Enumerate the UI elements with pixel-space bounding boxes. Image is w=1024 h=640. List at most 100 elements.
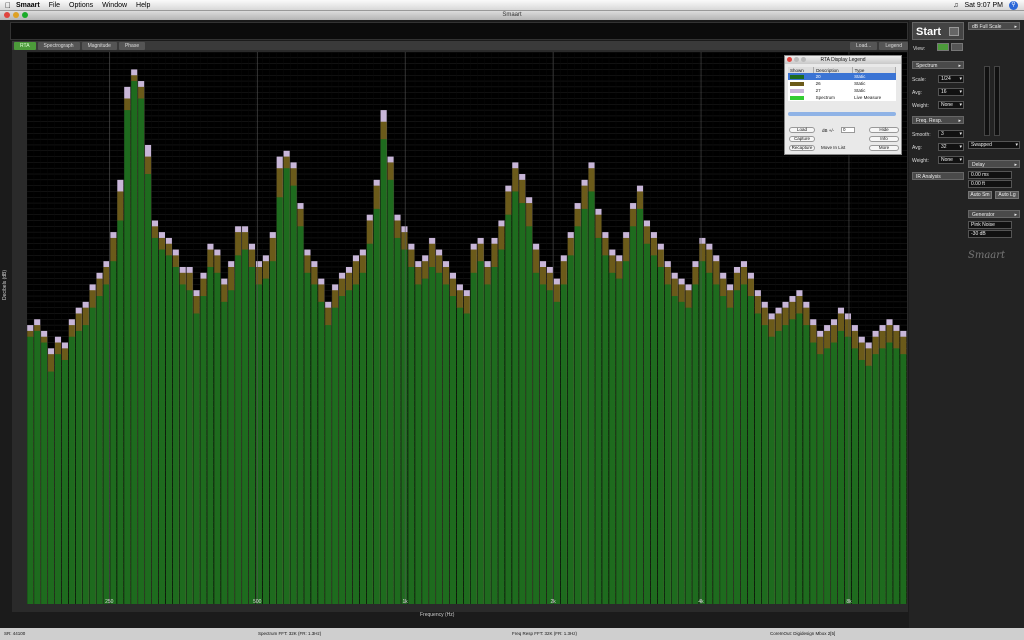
freq-resp-header[interactable]: Freq. Resp. ▸: [912, 116, 964, 124]
generator-signal-field[interactable]: Pink Noise: [968, 221, 1012, 229]
trace-swatch[interactable]: [790, 74, 804, 79]
spectrum-bar: [525, 226, 533, 604]
close-icon[interactable]: [787, 57, 792, 62]
menu-file[interactable]: File: [49, 2, 60, 9]
generator-header[interactable]: Generator ▸: [968, 210, 1020, 218]
trace-description: Spectrum: [815, 95, 835, 100]
spectrum-bar: [387, 179, 394, 604]
chevron-right-icon: ▸: [958, 63, 961, 69]
clock[interactable]: Sat 9:07 PM: [964, 2, 1003, 9]
spectrum-bar: [75, 330, 82, 604]
weight-select[interactable]: None: [938, 101, 964, 109]
menu-window[interactable]: Window: [102, 2, 127, 9]
legend-scrollbar[interactable]: [788, 112, 896, 116]
avg-select[interactable]: 16: [938, 88, 964, 96]
rta-plot[interactable]: -1-2-3-4-5-6-7-8-9-10-11-12-13-14-15-16-…: [27, 52, 907, 604]
legend-more-button[interactable]: More: [869, 145, 899, 151]
legend-capture-button[interactable]: Capture: [789, 136, 815, 142]
spectrum-bar: [345, 290, 353, 604]
spectrum-bar: [311, 284, 318, 604]
tab-rta[interactable]: RTA: [14, 41, 36, 50]
trace-description: 27: [815, 88, 821, 93]
spectrum-bar: [747, 296, 754, 604]
zoom-icon[interactable]: [801, 57, 806, 62]
spectrum-bar: [366, 243, 373, 604]
ir-analysis-header[interactable]: IR Analysis: [912, 172, 964, 180]
legend-hide-button[interactable]: Hide: [869, 127, 899, 133]
table-row[interactable]: 20 Static: [788, 73, 896, 80]
tab-magnitude[interactable]: Magnitude: [81, 41, 117, 50]
spectrum-bar: [733, 290, 741, 604]
menu-options[interactable]: Options: [69, 2, 93, 9]
app-root:  Smaart File Options Window Help ♫ Sat …: [0, 0, 1024, 640]
minimize-icon[interactable]: [13, 12, 19, 18]
smooth-select[interactable]: 3: [938, 130, 964, 138]
legend-load-button[interactable]: Load: [789, 127, 815, 133]
trace-swatch[interactable]: [790, 81, 804, 86]
close-icon[interactable]: [4, 12, 10, 18]
start-button[interactable]: Start: [912, 22, 964, 40]
spectrum-bar: [622, 261, 630, 604]
spectrum-bar: [456, 307, 463, 604]
spectrum-header[interactable]: Spectrum ▸: [912, 61, 964, 69]
spectrum-bar: [671, 296, 678, 604]
view-single-button[interactable]: [937, 43, 949, 51]
input-meter-left: [984, 66, 990, 136]
spectrum-bar: [352, 284, 359, 604]
status-freqresp-fft: Freq Resp FFT: 32K (FR: 1.3Hz): [512, 631, 578, 636]
status-bar: SR: 44100 Spectrum FFT: 32K (FR: 1.3Hz) …: [0, 628, 1024, 640]
legend-recapture-button[interactable]: Recapture: [789, 145, 815, 151]
spectrum-bar: [491, 266, 498, 604]
spectrum-bar: [719, 296, 727, 604]
menu-app[interactable]: Smaart: [16, 2, 40, 9]
channel-swap-select[interactable]: Swapped: [968, 141, 1020, 149]
db-offset-input[interactable]: 0: [841, 127, 855, 133]
dbfs-header[interactable]: dB Full Scale ▸: [968, 22, 1020, 30]
delay-ms-field[interactable]: 0.00 ms: [968, 171, 1012, 179]
delay-header[interactable]: Delay ▸: [968, 160, 1020, 168]
spectrum-bar: [879, 348, 886, 604]
delay-ft-field[interactable]: 0.00 ft: [968, 180, 1012, 188]
weight2-select[interactable]: None: [938, 156, 964, 164]
spectrum-bar: [380, 139, 387, 604]
apple-icon[interactable]: : [0, 1, 16, 10]
table-row[interactable]: Spectrum Live Measure: [788, 94, 896, 101]
spectrum-bar: [574, 226, 581, 604]
generator-header-label: Generator: [972, 212, 995, 218]
db-offset-label: dB +/-: [822, 128, 835, 133]
spectrum-bar: [685, 307, 692, 604]
minimize-icon[interactable]: [794, 57, 799, 62]
view-label: View:: [913, 46, 926, 52]
spectrum-bar: [463, 313, 470, 604]
spectrum-bar: [269, 261, 276, 604]
spectrum-bar: [234, 255, 242, 604]
spectrum-bar: [837, 330, 845, 604]
volume-icon[interactable]: ♫: [953, 2, 958, 9]
zoom-icon[interactable]: [22, 12, 28, 18]
spotlight-icon[interactable]: ⚲: [1009, 0, 1018, 10]
menu-help[interactable]: Help: [136, 2, 150, 9]
auto-sm-button[interactable]: Auto Sm: [968, 191, 992, 199]
auto-lg-button[interactable]: Auto Lg: [995, 191, 1019, 199]
load-button[interactable]: Load...: [850, 41, 878, 50]
spectrum-bar: [484, 284, 491, 604]
table-row[interactable]: 27 Static: [788, 87, 896, 94]
tab-spectrograph[interactable]: Spectrograph: [37, 41, 80, 50]
trace-swatch[interactable]: [790, 95, 804, 100]
tab-phase[interactable]: Phase: [118, 41, 146, 50]
spectrum-bar: [886, 342, 893, 604]
avg2-select[interactable]: 32: [938, 143, 964, 151]
spectrum-bar: [816, 354, 824, 604]
legend-button[interactable]: Legend: [879, 41, 908, 50]
legend-info-button[interactable]: Info: [869, 136, 899, 142]
spectrum-bar: [207, 266, 214, 604]
view-dual-button[interactable]: [951, 43, 963, 51]
start-label: Start: [916, 26, 942, 38]
generator-level-field[interactable]: -30 dB: [968, 230, 1012, 238]
table-row[interactable]: 26 Static: [788, 80, 896, 87]
scale-select[interactable]: 1/24: [938, 75, 964, 83]
spectrum-bar: [27, 336, 34, 604]
spectrum-bar: [214, 272, 221, 604]
trace-swatch[interactable]: [790, 88, 804, 93]
trace-type: Live Measure: [854, 95, 882, 100]
